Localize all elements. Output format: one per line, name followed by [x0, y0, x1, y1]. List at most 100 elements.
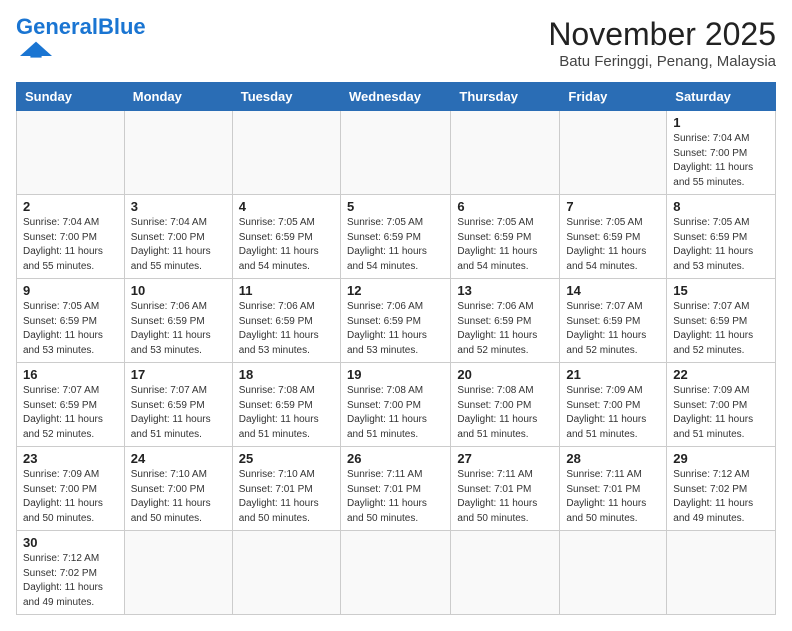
calendar-cell: 3 Sunrise: 7:04 AMSunset: 7:00 PMDaylight… — [124, 195, 232, 279]
day-number: 26 — [347, 451, 444, 466]
calendar-cell: 15 Sunrise: 7:07 AMSunset: 6:59 PMDayligh… — [667, 279, 776, 363]
day-number: 2 — [23, 199, 118, 214]
day-info: Sunrise: 7:07 AMSunset: 6:59 PMDaylight:… — [23, 384, 118, 442]
day-info: Sunrise: 7:06 AMSunset: 6:59 PMDaylight:… — [239, 300, 334, 358]
day-of-week-friday: Friday — [560, 83, 667, 111]
day-info: Sunrise: 7:11 AMSunset: 7:01 PMDaylight:… — [347, 468, 444, 526]
day-info: Sunrise: 7:08 AMSunset: 6:59 PMDaylight:… — [239, 384, 334, 442]
day-number: 3 — [131, 199, 226, 214]
day-number: 25 — [239, 451, 334, 466]
calendar-cell: 4 Sunrise: 7:05 AMSunset: 6:59 PMDaylight… — [232, 195, 340, 279]
logo-general: General — [16, 14, 98, 39]
day-number: 4 — [239, 199, 334, 214]
calendar-cell — [340, 531, 450, 615]
calendar-cell: 18Sunrise: 7:08 AMSunset: 6:59 PMDayligh… — [232, 363, 340, 447]
calendar-cell: 13 Sunrise: 7:06 AMSunset: 6:59 PMDayligh… — [451, 279, 560, 363]
calendar-table: SundayMondayTuesdayWednesdayThursdayFrid… — [16, 82, 776, 615]
title-block: November 2025 Batu Feringgi, Penang, Mal… — [548, 16, 776, 70]
day-number: 30 — [23, 535, 118, 550]
calendar-cell — [560, 111, 667, 195]
day-number: 14 — [566, 283, 660, 298]
calendar-cell: 11 Sunrise: 7:06 AMSunset: 6:59 PMDayligh… — [232, 279, 340, 363]
day-number: 22 — [673, 367, 769, 382]
calendar-cell — [17, 111, 125, 195]
calendar-cell: 30Sunrise: 7:12 AMSunset: 7:02 PMDayligh… — [17, 531, 125, 615]
day-number: 15 — [673, 283, 769, 298]
calendar-cell: 12 Sunrise: 7:06 AMSunset: 6:59 PMDayligh… — [340, 279, 450, 363]
day-info: Sunrise: 7:07 AMSunset: 6:59 PMDaylight:… — [566, 300, 660, 358]
calendar-week-2: 2 Sunrise: 7:04 AMSunset: 7:00 PMDaylight… — [17, 195, 776, 279]
day-info: Sunrise: 7:08 AMSunset: 7:00 PMDaylight:… — [347, 384, 444, 442]
day-info: Sunrise: 7:05 AMSunset: 6:59 PMDaylight:… — [23, 300, 118, 358]
day-info: Sunrise: 7:05 AMSunset: 6:59 PMDaylight:… — [457, 216, 553, 274]
calendar-week-3: 9 Sunrise: 7:05 AMSunset: 6:59 PMDaylight… — [17, 279, 776, 363]
calendar-cell — [232, 111, 340, 195]
day-number: 16 — [23, 367, 118, 382]
day-info: Sunrise: 7:04 AMSunset: 7:00 PMDaylight:… — [131, 216, 226, 274]
calendar-cell — [124, 531, 232, 615]
calendar-cell: 23Sunrise: 7:09 AMSunset: 7:00 PMDayligh… — [17, 447, 125, 531]
day-number: 6 — [457, 199, 553, 214]
day-of-week-thursday: Thursday — [451, 83, 560, 111]
calendar-cell: 2 Sunrise: 7:04 AMSunset: 7:00 PMDaylight… — [17, 195, 125, 279]
calendar-cell: 14 Sunrise: 7:07 AMSunset: 6:59 PMDayligh… — [560, 279, 667, 363]
calendar-cell — [124, 111, 232, 195]
day-of-week-wednesday: Wednesday — [340, 83, 450, 111]
day-number: 19 — [347, 367, 444, 382]
day-info: Sunrise: 7:05 AMSunset: 6:59 PMDaylight:… — [239, 216, 334, 274]
day-of-week-saturday: Saturday — [667, 83, 776, 111]
day-info: Sunrise: 7:11 AMSunset: 7:01 PMDaylight:… — [457, 468, 553, 526]
day-number: 5 — [347, 199, 444, 214]
calendar-cell: 28 Sunrise: 7:11 AMSunset: 7:01 PMDayligh… — [560, 447, 667, 531]
calendar-cell: 1Sunrise: 7:04 AMSunset: 7:00 PMDaylight… — [667, 111, 776, 195]
calendar-header-row: SundayMondayTuesdayWednesdayThursdayFrid… — [17, 83, 776, 111]
day-number: 28 — [566, 451, 660, 466]
logo-icon — [16, 40, 56, 60]
day-info: Sunrise: 7:09 AMSunset: 7:00 PMDaylight:… — [673, 384, 769, 442]
day-info: Sunrise: 7:04 AMSunset: 7:00 PMDaylight:… — [23, 216, 118, 274]
day-of-week-tuesday: Tuesday — [232, 83, 340, 111]
day-info: Sunrise: 7:08 AMSunset: 7:00 PMDaylight:… — [457, 384, 553, 442]
calendar-cell — [560, 531, 667, 615]
calendar-cell: 20Sunrise: 7:08 AMSunset: 7:00 PMDayligh… — [451, 363, 560, 447]
calendar-cell: 5Sunrise: 7:05 AMSunset: 6:59 PMDaylight… — [340, 195, 450, 279]
day-info: Sunrise: 7:06 AMSunset: 6:59 PMDaylight:… — [347, 300, 444, 358]
day-number: 21 — [566, 367, 660, 382]
day-number: 13 — [457, 283, 553, 298]
day-info: Sunrise: 7:12 AMSunset: 7:02 PMDaylight:… — [673, 468, 769, 526]
calendar-cell — [667, 531, 776, 615]
day-number: 7 — [566, 199, 660, 214]
calendar-cell: 9 Sunrise: 7:05 AMSunset: 6:59 PMDaylight… — [17, 279, 125, 363]
day-info: Sunrise: 7:10 AMSunset: 7:00 PMDaylight:… — [131, 468, 226, 526]
day-info: Sunrise: 7:06 AMSunset: 6:59 PMDaylight:… — [131, 300, 226, 358]
day-info: Sunrise: 7:07 AMSunset: 6:59 PMDaylight:… — [673, 300, 769, 358]
calendar-cell: 24Sunrise: 7:10 AMSunset: 7:00 PMDayligh… — [124, 447, 232, 531]
calendar-cell — [340, 111, 450, 195]
calendar-cell: 17Sunrise: 7:07 AMSunset: 6:59 PMDayligh… — [124, 363, 232, 447]
day-info: Sunrise: 7:09 AMSunset: 7:00 PMDaylight:… — [566, 384, 660, 442]
day-info: Sunrise: 7:10 AMSunset: 7:01 PMDaylight:… — [239, 468, 334, 526]
calendar-cell: 16 Sunrise: 7:07 AMSunset: 6:59 PMDayligh… — [17, 363, 125, 447]
calendar-cell: 19 Sunrise: 7:08 AMSunset: 7:00 PMDayligh… — [340, 363, 450, 447]
calendar-cell: 7Sunrise: 7:05 AMSunset: 6:59 PMDaylight… — [560, 195, 667, 279]
calendar-cell: 22 Sunrise: 7:09 AMSunset: 7:00 PMDayligh… — [667, 363, 776, 447]
day-info: Sunrise: 7:05 AMSunset: 6:59 PMDaylight:… — [673, 216, 769, 274]
logo: GeneralBlue — [16, 16, 146, 60]
day-number: 8 — [673, 199, 769, 214]
calendar-cell: 6 Sunrise: 7:05 AMSunset: 6:59 PMDaylight… — [451, 195, 560, 279]
calendar-cell — [451, 111, 560, 195]
calendar-week-4: 16 Sunrise: 7:07 AMSunset: 6:59 PMDayligh… — [17, 363, 776, 447]
day-info: Sunrise: 7:11 AMSunset: 7:01 PMDaylight:… — [566, 468, 660, 526]
calendar-week-1: 1Sunrise: 7:04 AMSunset: 7:00 PMDaylight… — [17, 111, 776, 195]
day-of-week-sunday: Sunday — [17, 83, 125, 111]
day-number: 11 — [239, 283, 334, 298]
day-info: Sunrise: 7:04 AMSunset: 7:00 PMDaylight:… — [673, 132, 769, 190]
day-info: Sunrise: 7:09 AMSunset: 7:00 PMDaylight:… — [23, 468, 118, 526]
calendar-cell: 27Sunrise: 7:11 AMSunset: 7:01 PMDayligh… — [451, 447, 560, 531]
day-number: 17 — [131, 367, 226, 382]
day-info: Sunrise: 7:06 AMSunset: 6:59 PMDaylight:… — [457, 300, 553, 358]
calendar-cell: 29Sunrise: 7:12 AMSunset: 7:02 PMDayligh… — [667, 447, 776, 531]
page-header: GeneralBlue November 2025 Batu Feringgi,… — [16, 16, 776, 70]
day-number: 12 — [347, 283, 444, 298]
day-number: 9 — [23, 283, 118, 298]
